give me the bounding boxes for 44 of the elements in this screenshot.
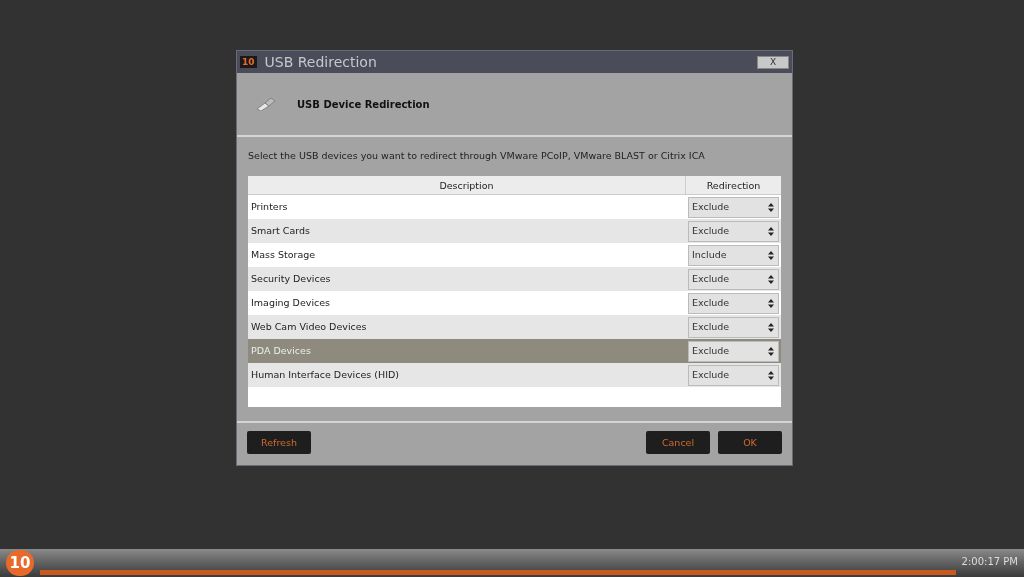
table-row[interactable]: Human Interface Devices (HID) Exclude xyxy=(248,363,781,388)
device-name: PDA Devices xyxy=(250,344,312,359)
updown-icon xyxy=(768,202,774,212)
device-name: Security Devices xyxy=(250,272,332,287)
section-title: USB Device Redirection xyxy=(297,97,430,112)
device-name: Smart Cards xyxy=(250,224,311,239)
device-name: Human Interface Devices (HID) xyxy=(250,368,400,383)
column-header: Redirection xyxy=(705,179,762,194)
redirection-select[interactable]: Exclude xyxy=(688,364,779,386)
updown-icon xyxy=(768,226,774,236)
updown-icon xyxy=(768,322,774,332)
device-name: Web Cam Video Devices xyxy=(250,320,368,335)
column-header: Description xyxy=(248,176,686,195)
device-name: Imaging Devices xyxy=(250,296,332,311)
updown-icon xyxy=(768,370,774,380)
close-button[interactable]: X xyxy=(757,55,789,69)
updown-icon xyxy=(768,274,774,284)
app-logo: 10 xyxy=(240,56,257,68)
table-row[interactable]: Printers Exclude xyxy=(248,195,781,220)
cancel-button[interactable]: Cancel xyxy=(646,431,710,455)
redirection-select[interactable]: Exclude xyxy=(688,316,779,338)
device-name: Mass Storage xyxy=(250,248,317,263)
table-row[interactable]: Mass Storage Include xyxy=(248,243,781,268)
redirection-select[interactable]: Include xyxy=(688,244,779,266)
redirection-select[interactable]: Exclude xyxy=(688,292,779,314)
table-row[interactable]: PDA Devices Exclude xyxy=(248,339,781,364)
instructions-text: Select the USB devices you want to redirect through VMware PCoIP, VMware BLAST or Citrix ICA xyxy=(248,149,706,163)
window-title: USB Redirection xyxy=(264,52,378,72)
redirection-select[interactable]: Exclude xyxy=(688,340,779,362)
updown-icon xyxy=(768,298,774,308)
table-row[interactable]: Web Cam Video Devices Exclude xyxy=(248,315,781,340)
refresh-button[interactable]: Refresh xyxy=(247,431,311,455)
updown-icon xyxy=(768,250,774,260)
table-row[interactable]: Smart Cards Exclude xyxy=(248,219,781,244)
redirection-select[interactable]: Exclude xyxy=(688,220,779,242)
table-row[interactable]: Security Devices Exclude xyxy=(248,267,781,292)
usb-plug-icon xyxy=(255,97,277,111)
clock: 2:00:17 PM xyxy=(960,555,1019,569)
redirection-select[interactable]: Exclude xyxy=(688,268,779,290)
table-row[interactable]: Imaging Devices Exclude xyxy=(248,291,781,316)
ok-button[interactable]: OK xyxy=(718,431,782,455)
redirection-select[interactable]: Exclude xyxy=(688,196,779,218)
device-name: Printers xyxy=(250,200,289,215)
updown-icon xyxy=(768,346,774,356)
